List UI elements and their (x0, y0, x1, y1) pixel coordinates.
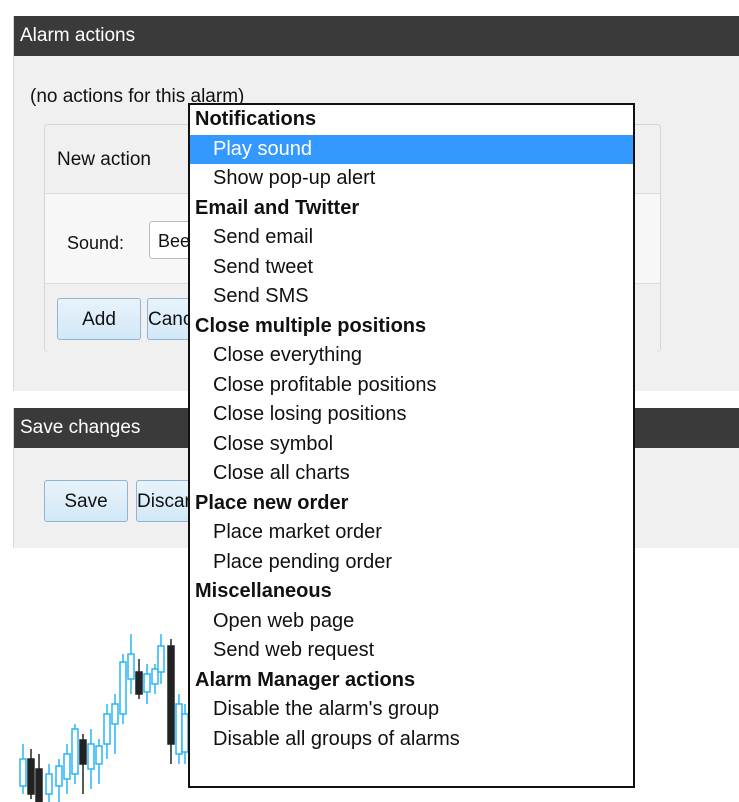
dropdown-group-header: Alarm Manager actions (195, 668, 416, 691)
dropdown-option[interactable]: Disable all groups of alarms (190, 725, 633, 755)
candle-body (167, 645, 175, 745)
sound-label: Sound: (67, 233, 125, 253)
dropdown-option[interactable]: Close profitable positions (190, 371, 633, 401)
candle-body (71, 728, 79, 775)
dropdown-group-header: Notifications (195, 108, 317, 130)
candle-body (27, 758, 35, 795)
candle-body (45, 773, 53, 795)
dropdown-option[interactable]: Place pending order (190, 548, 633, 578)
candle-body (19, 758, 27, 787)
candle-body (111, 703, 119, 725)
dropdown-option[interactable]: Disable the alarm's group (190, 695, 633, 725)
candle-body (87, 743, 95, 770)
new-action-label: New action (57, 149, 151, 170)
dropdown-option[interactable]: Send tweet (190, 253, 633, 283)
candle-body (55, 765, 63, 787)
candle-body (175, 703, 183, 755)
candle-body (35, 768, 43, 802)
dropdown-group-header: Place new order (195, 491, 349, 514)
candle-body (143, 673, 151, 693)
save-button[interactable]: Save (44, 480, 128, 522)
dropdown-option[interactable]: Send email (190, 223, 633, 253)
candle-body (103, 713, 111, 745)
candle-body (79, 739, 87, 765)
candle-body (151, 668, 159, 685)
dropdown-option[interactable]: Close symbol (190, 430, 633, 460)
candle-body (135, 671, 143, 695)
dropdown-option[interactable]: Play sound (190, 134, 633, 164)
action-type-dropdown-list[interactable]: Notifications Play sound Show pop-up alert… (188, 103, 635, 788)
candle-body (95, 745, 103, 765)
dropdown-option[interactable]: Show pop-up alert (190, 164, 633, 194)
candle-body (63, 753, 71, 780)
dropdown-option[interactable]: Place market order (190, 518, 633, 548)
dropdown-option[interactable]: Close everything (190, 341, 633, 371)
dropdown-option[interactable]: Send web request (190, 636, 633, 666)
dropdown-group-header: Email and Twitter (195, 196, 360, 219)
dropdown-option[interactable]: Send SMS (190, 282, 633, 312)
candle-body (127, 653, 135, 680)
dropdown-group-header: Miscellaneous (195, 580, 332, 602)
discard-button[interactable]: Discard (136, 480, 196, 522)
alarm-actions-header: Alarm actions (14, 16, 739, 56)
candle-body (157, 645, 165, 673)
add-button[interactable]: Add (57, 298, 141, 340)
candle-body (119, 661, 127, 715)
dropdown-option[interactable]: Open web page (190, 607, 633, 637)
dropdown-group-header: Close multiple positions (195, 314, 427, 337)
dropdown-option[interactable]: Close losing positions (190, 400, 633, 430)
dropdown-option[interactable]: Close all charts (190, 459, 633, 489)
